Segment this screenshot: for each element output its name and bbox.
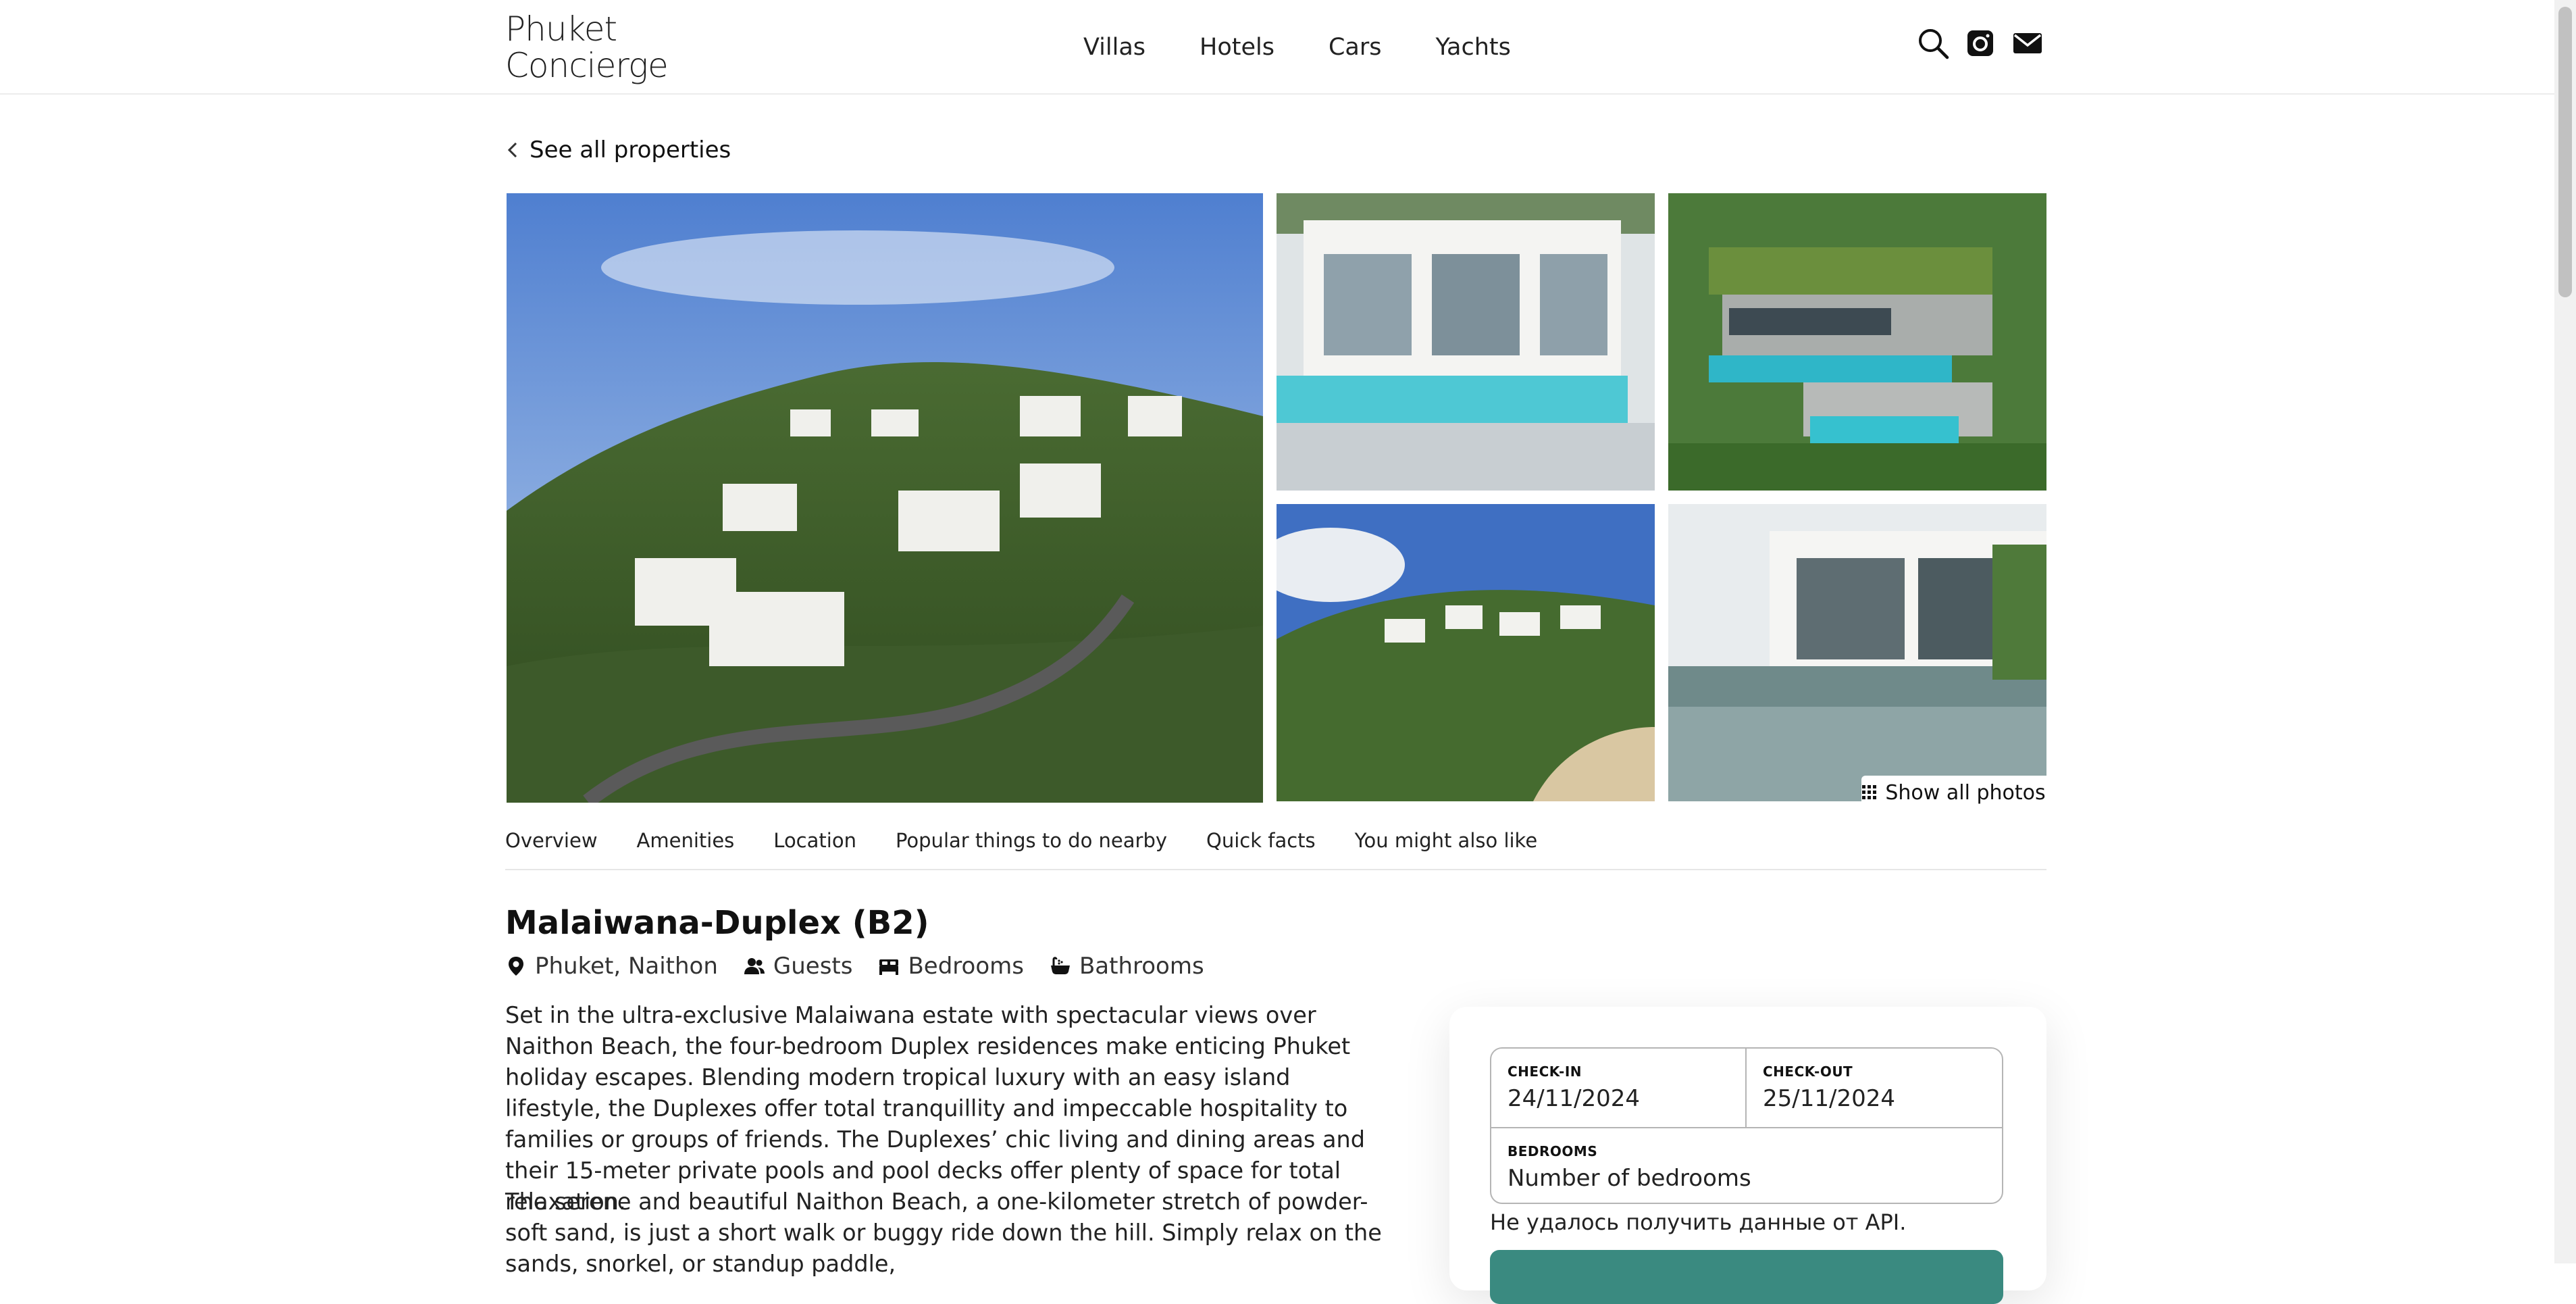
- bed-icon: [879, 959, 899, 975]
- logo-line-2: Concierge: [505, 46, 669, 85]
- property-description-2: The serene and beautiful Naithon Beach, …: [505, 1188, 1382, 1277]
- gallery-photo-5[interactable]: [1668, 504, 2046, 801]
- tab-you-might-also-like[interactable]: You might also like: [1355, 824, 1538, 869]
- meta-bathrooms: Bathrooms: [1050, 953, 1204, 980]
- nav-cars[interactable]: Cars: [1329, 28, 1382, 66]
- bedrooms-label: BEDROOMS: [1508, 1143, 1598, 1159]
- booking-fields: CHECK-IN 24/11/2024 CHECK-OUT 25/11/2024…: [1490, 1047, 2003, 1204]
- gallery-photo-2[interactable]: [1277, 193, 1655, 491]
- booking-submit-button[interactable]: [1490, 1250, 2003, 1304]
- guests-text: Guests: [773, 953, 853, 980]
- bedrooms-select[interactable]: BEDROOMS Number of bedrooms: [1491, 1127, 2002, 1204]
- page-scrollbar[interactable]: [2554, 0, 2576, 1263]
- gallery-photo-4[interactable]: [1277, 504, 1655, 801]
- tab-amenities[interactable]: Amenities: [637, 824, 735, 869]
- site-header: Phuket Concierge Villas Hotels Cars Yach…: [0, 0, 2554, 95]
- property-title: Malaiwana-Duplex (B2): [505, 904, 929, 942]
- nav-hotels[interactable]: Hotels: [1200, 28, 1274, 66]
- gallery-photo-3[interactable]: [1668, 193, 2046, 491]
- bedrooms-placeholder: Number of bedrooms: [1508, 1165, 1751, 1192]
- booking-panel: CHECK-IN 24/11/2024 CHECK-OUT 25/11/2024…: [1449, 1007, 2046, 1304]
- property-description-1: Set in the ultra-exclusive Malaiwana est…: [505, 1002, 1365, 1215]
- nav-villas[interactable]: Villas: [1083, 28, 1145, 66]
- checkout-value: 25/11/2024: [1763, 1085, 1895, 1112]
- instagram-icon[interactable]: [1964, 27, 1997, 59]
- meta-location: Phuket, Naithon: [505, 953, 718, 980]
- tab-location[interactable]: Location: [773, 824, 856, 869]
- back-link-label: See all properties: [530, 136, 731, 164]
- show-all-photos-button[interactable]: Show all photos: [1861, 776, 2046, 809]
- header-icons: [1917, 27, 2044, 59]
- checkout-field[interactable]: CHECK-OUT 25/11/2024: [1747, 1049, 2003, 1127]
- grid-icon: [1862, 785, 1877, 799]
- logo-line-1: Phuket: [505, 9, 617, 49]
- mail-icon[interactable]: [2011, 27, 2044, 59]
- gallery-photo-main[interactable]: [507, 193, 1263, 803]
- section-tabs: Overview Amenities Location Popular thin…: [505, 824, 2046, 870]
- map-pin-icon: [509, 957, 523, 976]
- see-all-properties-link[interactable]: See all properties: [505, 132, 731, 168]
- checkin-value: 24/11/2024: [1508, 1085, 1640, 1112]
- users-icon: [744, 958, 765, 974]
- meta-bedrooms: Bedrooms: [878, 953, 1024, 980]
- main-nav: Villas Hotels Cars Yachts: [1083, 28, 1511, 66]
- tab-overview[interactable]: Overview: [505, 824, 598, 869]
- search-icon[interactable]: [1917, 27, 1949, 59]
- chevron-left-icon: [507, 142, 517, 158]
- property-meta: Phuket, Naithon Guests Bedrooms Bathroom…: [505, 953, 1204, 980]
- logo[interactable]: Phuket Concierge: [505, 11, 681, 85]
- tab-popular-things[interactable]: Popular things to do nearby: [896, 824, 1167, 869]
- location-text: Phuket, Naithon: [535, 953, 718, 980]
- bathrooms-text: Bathrooms: [1079, 953, 1204, 980]
- meta-guests: Guests: [744, 953, 853, 980]
- checkout-label: CHECK-OUT: [1763, 1063, 1853, 1080]
- nav-yachts[interactable]: Yachts: [1436, 28, 1511, 66]
- bedrooms-text: Bedrooms: [908, 953, 1024, 980]
- checkin-label: CHECK-IN: [1508, 1063, 1582, 1080]
- api-error-message: Не удалось получить данные от API.: [1490, 1209, 1907, 1235]
- show-all-photos-label: Show all photos: [1885, 780, 2046, 805]
- tab-quick-facts[interactable]: Quick facts: [1206, 824, 1316, 869]
- bath-icon: [1050, 957, 1070, 974]
- checkin-field[interactable]: CHECK-IN 24/11/2024: [1491, 1049, 1747, 1127]
- scrollbar-thumb[interactable]: [2558, 7, 2572, 297]
